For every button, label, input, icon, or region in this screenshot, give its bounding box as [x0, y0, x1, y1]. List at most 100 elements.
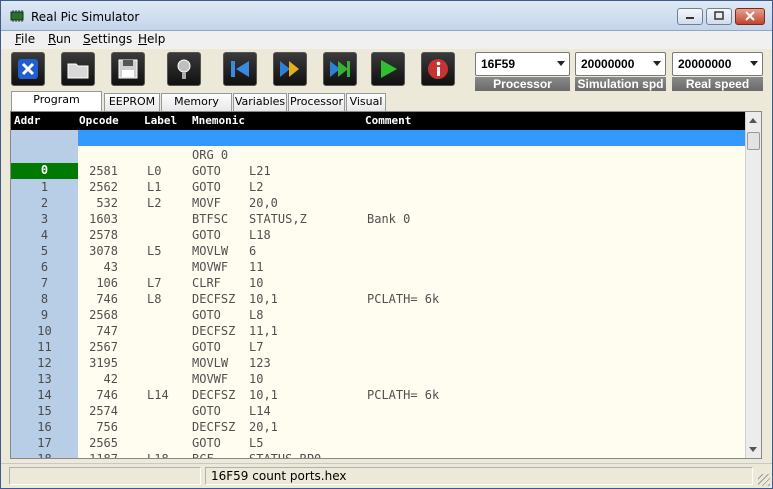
step-back-button[interactable]	[223, 52, 257, 86]
tab-program-memory[interactable]: Program Memory	[11, 91, 102, 122]
code-row[interactable]: 17 2565 GOTO L5	[11, 435, 746, 451]
row-operand: 11	[249, 260, 264, 274]
row-address: 7	[40, 276, 49, 290]
row-label: L5	[147, 244, 162, 258]
chevron-down-icon	[557, 61, 565, 66]
row-label: L8	[147, 292, 162, 306]
row-opcode: 2568	[89, 308, 118, 322]
tab-processor[interactable]: Processor	[288, 93, 345, 111]
code-row[interactable]: 10 747 DECFSZ 11,1	[11, 323, 746, 339]
code-row[interactable]: 8 746 L8 DECFSZ 10,1 PCLATH= 6k	[11, 291, 746, 307]
row-opcode: 756	[96, 420, 118, 434]
vertical-scrollbar[interactable]	[745, 112, 761, 458]
row-operand: 10,1	[249, 388, 278, 402]
close-file-button[interactable]	[11, 52, 45, 86]
row-label: L1	[147, 180, 162, 194]
close-window-button[interactable]	[735, 8, 765, 25]
step-into-button[interactable]	[323, 52, 357, 86]
real-speed-value: 20000000	[678, 57, 732, 71]
lightbulb-button[interactable]	[167, 52, 201, 86]
row-address: 0	[11, 163, 78, 179]
chevron-down-icon	[653, 61, 661, 66]
code-row[interactable]: 5 3078 L5 MOVLW 6	[11, 243, 746, 259]
code-row[interactable]: 3 1603 BTFSC STATUS,Z Bank 0	[11, 211, 746, 227]
real-speed-select[interactable]: 20000000	[672, 52, 763, 76]
title-bar[interactable]: Real Pic Simulator	[1, 1, 772, 31]
grid-header: Addr Opcode Label Mnemonic Comment	[11, 112, 746, 130]
row-operand: L18	[249, 228, 271, 242]
code-row[interactable]: 1 2562 L1 GOTO L2	[11, 179, 746, 195]
org-row[interactable]: ORG 0	[11, 147, 746, 163]
menu-settings[interactable]: Settings	[83, 32, 132, 46]
menu-help[interactable]: Help	[138, 32, 165, 46]
tab-memory-map[interactable]: Memory map	[161, 93, 232, 124]
row-opcode: 1603	[89, 212, 118, 226]
processor-value: 16F59	[481, 57, 516, 71]
tab-eeprom[interactable]: EEPROM	[104, 93, 160, 111]
code-row[interactable]: 2 532 L2 MOVF 20,0	[11, 195, 746, 211]
code-row[interactable]: 14 746 L14 DECFSZ 10,1 PCLATH= 6k	[11, 387, 746, 403]
processor-label: Processor	[475, 77, 570, 91]
code-row[interactable]: 15 2574 GOTO L14	[11, 403, 746, 419]
code-row[interactable]: 0 2581 L0 GOTO L21	[11, 163, 746, 179]
info-button[interactable]	[421, 52, 455, 86]
row-label: L2	[147, 196, 162, 210]
processor-select[interactable]: 16F59	[475, 52, 570, 76]
row-mnemonic: MOVLW	[192, 244, 229, 258]
selected-row[interactable]	[78, 130, 746, 146]
menu-file[interactable]: File	[15, 32, 35, 46]
code-row[interactable]: 13 42 MOVWF 10	[11, 371, 746, 387]
code-row[interactable]: 4 2578 GOTO L18	[11, 227, 746, 243]
tab-visual[interactable]: Visual	[346, 93, 386, 111]
row-mnemonic: GOTO	[192, 340, 221, 354]
code-row[interactable]: 18 1187 L18 BCF STATUS,RP0	[11, 451, 746, 459]
row-mnemonic: BTFSC	[192, 212, 229, 226]
resize-grip-icon[interactable]	[758, 474, 770, 486]
org-directive: ORG 0	[192, 148, 229, 162]
row-label: L0	[147, 164, 162, 178]
row-opcode: 746	[96, 292, 118, 306]
row-operand: STATUS,Z	[249, 212, 307, 226]
menu-bar: File Run Settings Help	[1, 31, 772, 49]
row-mnemonic: DECFSZ	[192, 388, 236, 402]
code-row[interactable]: 11 2567 GOTO L7	[11, 339, 746, 355]
save-disk-icon	[118, 59, 138, 79]
header-mnemonic: Mnemonic	[192, 114, 245, 127]
row-operand: L8	[249, 308, 264, 322]
scroll-down-icon[interactable]	[749, 447, 757, 452]
row-address: 2	[40, 196, 49, 210]
menu-run[interactable]: Run	[48, 32, 71, 46]
code-row[interactable]: 9 2568 GOTO L8	[11, 307, 746, 323]
maximize-button[interactable]	[706, 8, 732, 25]
simulation-speed-label: Simulation spd	[575, 77, 666, 91]
program-memory-grid[interactable]: Addr Opcode Label Mnemonic Comment ORG 0…	[10, 111, 762, 459]
code-row[interactable]: 7 106 L7 CLRF 10	[11, 275, 746, 291]
step-over-button[interactable]	[273, 52, 307, 86]
scroll-thumb[interactable]	[747, 132, 760, 150]
row-opcode: 3078	[89, 244, 118, 258]
tab-variables[interactable]: Variables	[233, 93, 287, 111]
row-operand: STATUS,RP0	[249, 452, 322, 459]
open-file-button[interactable]	[61, 52, 95, 86]
code-row[interactable]: 6 43 MOVWF 11	[11, 259, 746, 275]
scroll-up-icon[interactable]	[749, 118, 757, 123]
row-operand: 10,1	[249, 292, 278, 306]
row-opcode: 2574	[89, 404, 118, 418]
run-button[interactable]	[371, 52, 405, 86]
row-mnemonic: BCF	[192, 452, 214, 459]
row-operand: L14	[249, 404, 271, 418]
simulation-speed-select[interactable]: 20000000	[575, 52, 666, 76]
row-address: 17	[37, 436, 52, 450]
row-operand: L7	[249, 340, 264, 354]
loaded-file-name: 16F59 count ports.hex	[211, 469, 347, 483]
row-address: 4	[40, 228, 49, 242]
row-mnemonic: DECFSZ	[192, 292, 236, 306]
minimize-button[interactable]	[677, 8, 703, 25]
row-address: 9	[40, 308, 49, 322]
step-over-icon	[280, 61, 299, 77]
save-button[interactable]	[111, 52, 145, 86]
row-comment: PCLATH= 6k	[367, 292, 440, 306]
code-row[interactable]: 16 756 DECFSZ 20,1	[11, 419, 746, 435]
chip-app-icon	[10, 10, 24, 22]
code-row[interactable]: 12 3195 MOVLW 123	[11, 355, 746, 371]
